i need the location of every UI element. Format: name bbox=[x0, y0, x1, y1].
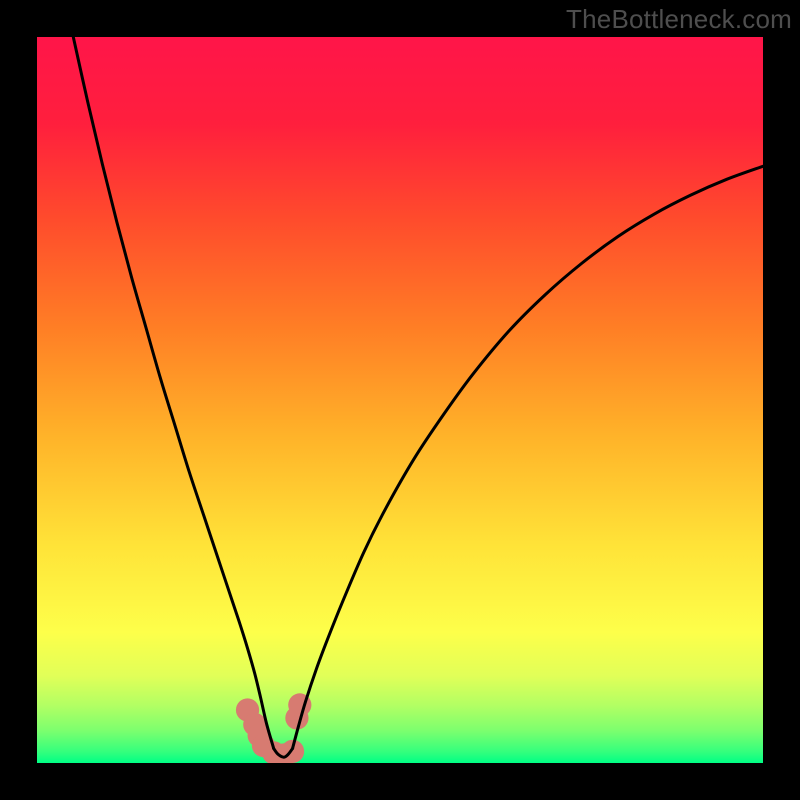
figure-frame: TheBottleneck.com bbox=[0, 0, 800, 800]
gradient-background bbox=[37, 37, 763, 763]
bottleneck-chart bbox=[37, 37, 763, 763]
watermark-text: TheBottleneck.com bbox=[566, 4, 792, 35]
